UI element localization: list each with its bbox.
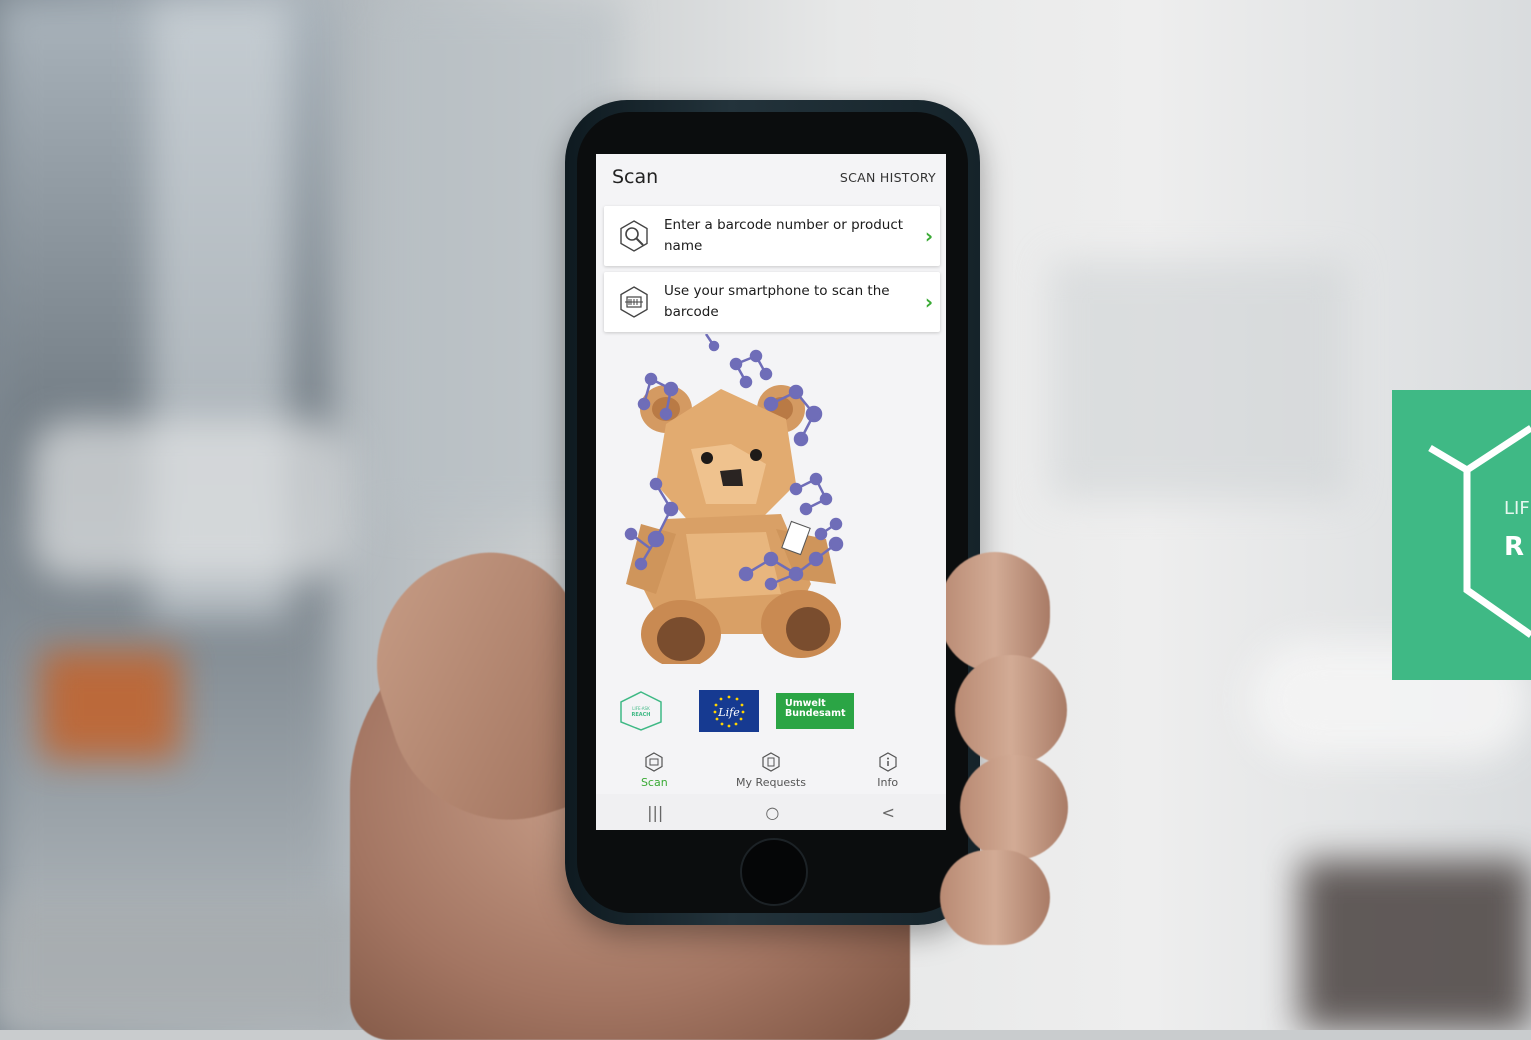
app-header: Scan SCAN HISTORY [596,154,946,200]
uba-line-2: Bundesamt [785,708,846,719]
svg-text:REACH: REACH [632,712,651,718]
enter-barcode-option[interactable]: Enter a barcode number or product name › [604,206,940,266]
android-nav-bar: ||| ○ < [596,794,946,830]
banner-text-life: LIF [1504,498,1530,519]
scan-barcode-option[interactable]: Use your smartphone to scan the barcode … [604,272,940,332]
hand-finger [940,552,1050,672]
bottom-tab-bar: Scan My Requests Info [596,744,946,792]
barcode-scan-icon [604,272,664,332]
hand-finger [960,755,1068,860]
recents-button[interactable]: ||| [647,803,663,822]
svg-text:LIFE·ASK: LIFE·ASK [632,706,650,711]
teddy-bear-molecules-illustration [624,334,844,664]
home-button[interactable]: ○ [765,803,779,822]
svg-text:Life: Life [717,706,740,719]
banner-text-reach: R [1504,532,1525,562]
option-label: Enter a barcode number or product name [664,217,904,254]
info-icon [879,752,897,772]
tab-scan[interactable]: Scan [596,744,713,792]
tab-label: Info [877,776,899,789]
back-button[interactable]: < [881,803,894,822]
scan-history-button[interactable]: SCAN HISTORY [840,170,936,185]
tab-my-requests[interactable]: My Requests [713,744,830,792]
eu-life-logo: Life [699,690,759,732]
umweltbundesamt-logo: Umwelt Bundesamt [776,693,854,729]
partner-logos: LIFE·ASK REACH Life Umwelt Bundesamt [596,684,946,734]
requests-icon [762,752,780,772]
tab-label: My Requests [736,776,806,789]
phone-home-button [740,838,808,906]
askreach-banner: LIF R [1392,390,1531,680]
option-label: Use your smartphone to scan the barcode [664,283,890,320]
page-title: Scan [612,166,659,188]
app-screen: Scan SCAN HISTORY Enter a barcode number… [596,154,946,830]
hand-finger [955,655,1067,765]
tab-label: Scan [640,776,668,789]
chevron-right-icon: › [924,224,934,248]
hand-finger [940,850,1050,945]
chevron-right-icon: › [924,290,934,314]
tab-info[interactable]: Info [829,744,946,792]
life-askreach-logo: LIFE·ASK REACH [620,691,662,731]
scan-icon [645,752,663,772]
search-magnifier-icon [604,206,664,266]
